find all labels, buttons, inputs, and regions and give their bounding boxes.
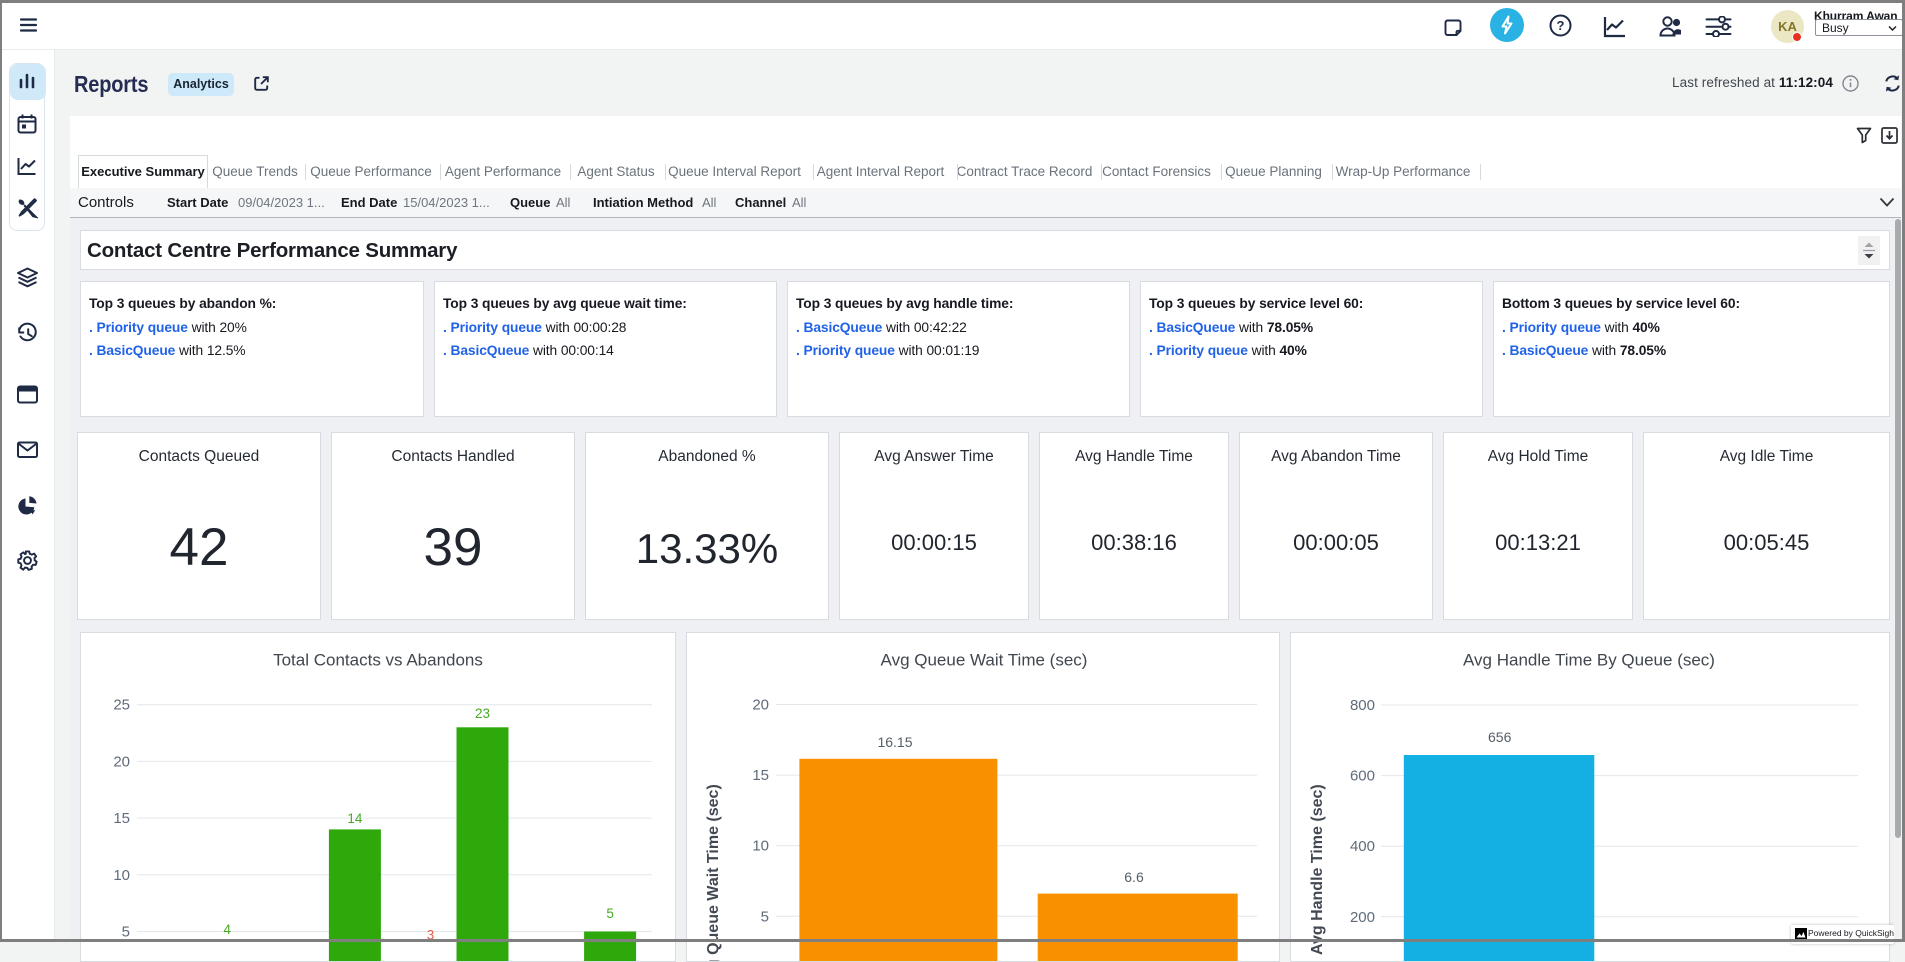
- svg-text:15: 15: [752, 767, 769, 784]
- svg-text:10: 10: [113, 867, 130, 884]
- svg-text:Avg Handle Time (sec): Avg Handle Time (sec): [1309, 784, 1326, 955]
- svg-text:16.15: 16.15: [877, 734, 912, 750]
- svg-text:600: 600: [1350, 768, 1375, 785]
- svg-text:15: 15: [113, 810, 130, 827]
- svg-text:800: 800: [1350, 697, 1375, 714]
- svg-text:200: 200: [1350, 909, 1375, 926]
- svg-text:400: 400: [1350, 838, 1375, 855]
- svg-text:Avg Queue Wait Time (sec): Avg Queue Wait Time (sec): [881, 651, 1088, 670]
- svg-text:Total Contacts vs Abandons: Total Contacts vs Abandons: [273, 651, 483, 670]
- svg-text:23: 23: [475, 706, 490, 721]
- svg-text:5: 5: [761, 908, 769, 925]
- svg-text:656: 656: [1488, 729, 1512, 745]
- svg-text:6.6: 6.6: [1124, 869, 1144, 885]
- svg-text:20: 20: [113, 753, 130, 770]
- svg-text:5: 5: [606, 906, 614, 921]
- svg-text:25: 25: [113, 697, 130, 714]
- svg-text:10: 10: [752, 838, 769, 855]
- svg-text:Avg Handle Time By Queue (sec): Avg Handle Time By Queue (sec): [1463, 651, 1715, 670]
- svg-text:Avg Queue Wait Time (sec): Avg Queue Wait Time (sec): [705, 784, 722, 961]
- svg-text:20: 20: [752, 697, 769, 714]
- svg-text:14: 14: [347, 811, 363, 826]
- svg-text:5: 5: [122, 924, 130, 941]
- svg-text:4: 4: [224, 922, 232, 937]
- svg-text:?: ?: [1557, 18, 1565, 33]
